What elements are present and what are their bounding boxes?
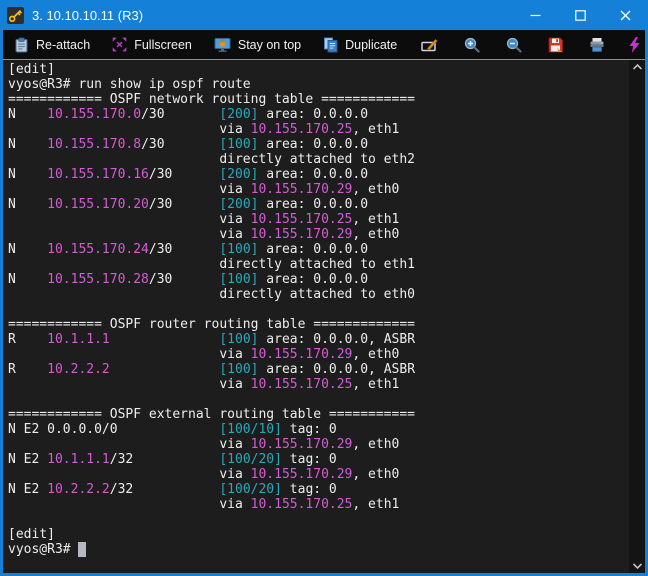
terminal-cursor	[78, 542, 87, 557]
minimize-button[interactable]	[513, 0, 558, 30]
edit-pencil-icon	[421, 39, 438, 52]
save-floppy-icon	[548, 37, 564, 52]
reattach-clipboard-icon	[15, 37, 28, 52]
lightning-icon	[629, 36, 640, 53]
minimize-icon	[530, 14, 541, 16]
hide-toolbar-button[interactable]: Hide toolbar	[618, 30, 645, 59]
fullscreen-label: Fullscreen	[134, 37, 192, 52]
main-area: [edit] vyos@R3# run show ip ospf route =…	[3, 60, 645, 573]
stay-on-top-label: Stay on top	[237, 37, 302, 52]
zoom-in-icon	[465, 37, 480, 53]
save-button[interactable]	[535, 30, 576, 59]
scroll-up-button[interactable]	[632, 64, 642, 70]
zoom-out-button[interactable]	[493, 30, 535, 59]
fullscreen-expand-icon	[112, 37, 127, 52]
duplicate-label: Duplicate	[345, 37, 398, 52]
reattach-label: Re-attach	[36, 37, 91, 52]
reattach-button[interactable]: Re-attach	[3, 30, 101, 59]
zoom-out-icon	[507, 37, 522, 53]
maximize-button[interactable]	[558, 0, 603, 30]
duplicate-pages-icon	[324, 37, 338, 52]
terminal-screen[interactable]: [edit] vyos@R3# run show ip ospf route =…	[3, 60, 629, 573]
titlebar[interactable]: 3. 10.10.10.11 (R3)	[0, 0, 648, 30]
printer-icon	[590, 37, 604, 52]
close-icon	[620, 10, 631, 20]
print-button[interactable]	[576, 30, 618, 59]
window-title: 3. 10.10.10.11 (R3)	[32, 7, 144, 23]
stay-on-top-monitor-lock-icon	[214, 37, 231, 52]
terminal-window: 3. 10.10.10.11 (R3) Re-attach Fullscreen…	[0, 0, 648, 576]
caption-buttons	[513, 0, 648, 30]
scroll-down-button[interactable]	[632, 563, 642, 569]
fullscreen-button[interactable]: Fullscreen	[101, 30, 203, 59]
stay-on-top-button[interactable]: Stay on top	[203, 30, 312, 59]
terminal-scrollbar[interactable]	[629, 60, 645, 573]
maximize-icon	[575, 9, 586, 21]
duplicate-button[interactable]: Duplicate	[312, 30, 408, 59]
close-window-button[interactable]	[603, 0, 648, 30]
edit-button[interactable]	[408, 30, 451, 59]
toolbar: Re-attach Fullscreen Stay on top Duplica…	[3, 30, 645, 59]
key-icon	[7, 6, 24, 24]
zoom-in-button[interactable]	[451, 30, 493, 59]
terminal-output: [edit] vyos@R3# run show ip ospf route =…	[8, 62, 416, 557]
